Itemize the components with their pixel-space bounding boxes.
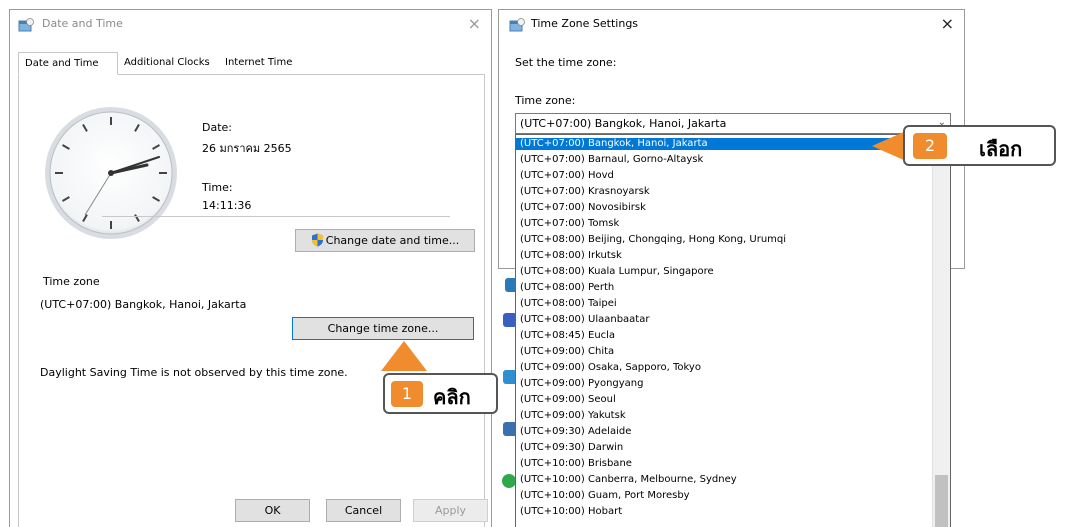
time-zone-option[interactable]: (UTC+07:00) Krasnoyarsk (516, 186, 931, 198)
title-bar: Time Zone Settings × (499, 10, 964, 40)
ok-button[interactable]: OK (235, 499, 310, 522)
time-zone-option[interactable]: (UTC+07:00) Barnaul, Gorno-Altaysk (516, 154, 931, 166)
date-time-app-icon (18, 18, 34, 32)
analog-clock (45, 107, 177, 239)
step-2-callout: 2 เลือก (903, 125, 1056, 166)
tab-date-and-time[interactable]: Date and Time (18, 52, 118, 75)
desktop-icon-fragment (502, 474, 516, 488)
time-zone-option[interactable]: (UTC+08:00) Taipei (516, 298, 931, 310)
scrollbar[interactable] (932, 135, 950, 527)
cancel-button[interactable]: Cancel (326, 499, 401, 522)
group-divider (102, 216, 450, 217)
time-zone-option[interactable]: (UTC+10:00) Canberra, Melbourne, Sydney (516, 474, 931, 486)
time-zone-option[interactable]: (UTC+08:00) Ulaanbaatar (516, 314, 931, 326)
window-title: Date and Time (42, 17, 123, 30)
time-zone-option[interactable]: (UTC+09:30) Darwin (516, 442, 931, 454)
window-title: Time Zone Settings (531, 17, 639, 30)
time-zone-option[interactable]: (UTC+07:00) Tomsk (516, 218, 931, 230)
shield-icon (311, 233, 323, 247)
title-bar: Date and Time × (10, 10, 491, 40)
arrow-left-annotation (872, 131, 906, 161)
time-zone-heading: Time zone (43, 275, 100, 288)
time-zone-option[interactable]: (UTC+09:00) Chita (516, 346, 931, 358)
step-number: 1 (391, 381, 423, 407)
time-zone-option[interactable]: (UTC+08:00) Beijing, Chongqing, Hong Kon… (516, 234, 931, 246)
change-time-zone-button[interactable]: Change time zone... (292, 317, 474, 340)
instruction-text: Set the time zone: (515, 56, 617, 69)
apply-button[interactable]: Apply (413, 499, 488, 522)
time-zone-dropdown-list[interactable]: (UTC+07:00) Bangkok, Hanoi, Jakarta (UTC+… (515, 134, 951, 527)
current-time-zone: (UTC+07:00) Bangkok, Hanoi, Jakarta (40, 298, 247, 311)
date-time-window: Date and Time × Date and Time Additional… (9, 9, 492, 527)
time-zone-option[interactable]: (UTC+08:45) Eucla (516, 330, 931, 342)
time-zone-option[interactable]: (UTC+10:00) Brisbane (516, 458, 931, 470)
step-word: คลิก (433, 385, 471, 409)
combo-value: (UTC+07:00) Bangkok, Hanoi, Jakarta (520, 117, 727, 130)
arrow-up-annotation (381, 341, 427, 371)
time-zone-option[interactable]: (UTC+08:00) Irkutsk (516, 250, 931, 262)
step-word: เลือก (979, 137, 1023, 161)
time-zone-option[interactable]: (UTC+10:00) Guam, Port Moresby (516, 490, 931, 502)
time-zone-option[interactable]: (UTC+09:00) Yakutsk (516, 410, 931, 422)
close-icon[interactable]: × (941, 14, 954, 33)
change-date-time-button[interactable]: Change date and time... (295, 229, 475, 252)
time-value: 14:11:36 (202, 199, 252, 212)
time-zone-option[interactable]: (UTC+09:30) Adelaide (516, 426, 931, 438)
time-zone-option[interactable]: (UTC+10:00) Hobart (516, 506, 931, 518)
close-icon[interactable]: × (468, 14, 481, 33)
step-1-callout: 1 คลิก (383, 373, 498, 414)
time-zone-option[interactable]: (UTC+09:00) Pyongyang (516, 378, 931, 390)
step-number: 2 (913, 133, 947, 159)
time-zone-option[interactable]: (UTC+09:00) Osaka, Sapporo, Tokyo (516, 362, 931, 374)
time-zone-option[interactable]: (UTC+07:00) Hovd (516, 170, 931, 182)
scrollbar-thumb[interactable] (935, 475, 948, 527)
time-label: Time: (202, 181, 233, 194)
tab-internet-time[interactable]: Internet Time (225, 52, 292, 74)
date-time-app-icon (509, 18, 525, 32)
time-zone-option[interactable]: (UTC+08:00) Kuala Lumpur, Singapore (516, 266, 931, 278)
time-zone-option[interactable]: (UTC+07:00) Bangkok, Hanoi, Jakarta (516, 138, 931, 150)
date-label: Date: (202, 121, 232, 134)
time-zone-option[interactable]: (UTC+08:00) Perth (516, 282, 931, 294)
dst-note: Daylight Saving Time is not observed by … (40, 366, 348, 379)
time-zone-option[interactable]: (UTC+09:00) Seoul (516, 394, 931, 406)
tab-additional-clocks[interactable]: Additional Clocks (124, 52, 210, 74)
time-zone-option[interactable]: (UTC+07:00) Novosibirsk (516, 202, 931, 214)
time-zone-label: Time zone: (515, 94, 576, 107)
date-value: 26 มกราคม 2565 (202, 142, 292, 155)
change-date-time-label: Change date and time... (325, 234, 460, 247)
